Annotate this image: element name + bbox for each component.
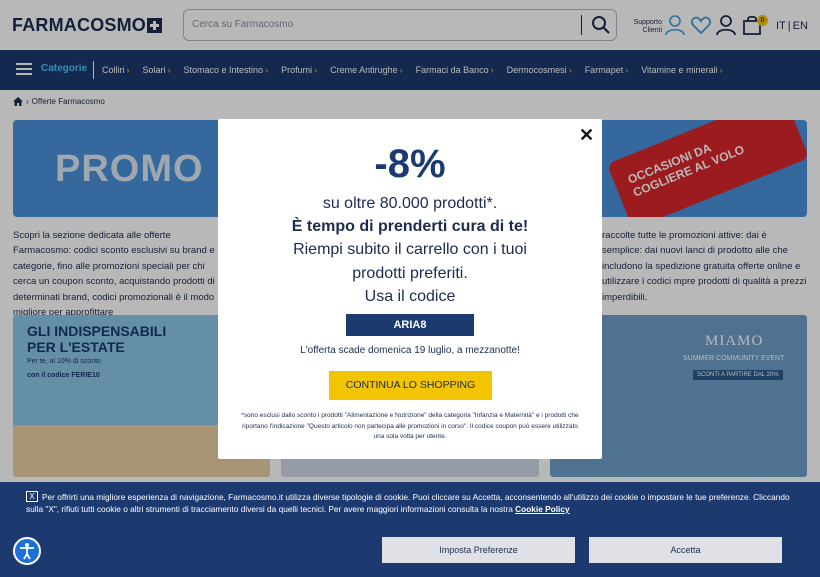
cookie-message: Per offrirti una migliore esperienza di …	[26, 492, 790, 514]
modal-line4: prodotti preferiti.	[352, 265, 468, 282]
cookie-reject-x-button[interactable]: X	[26, 491, 38, 502]
cookie-accept-button[interactable]: Accetta	[589, 537, 782, 563]
modal-line3: Riempi subito il carrello con i tuoi	[293, 241, 527, 258]
modal-discount: -8%	[374, 142, 446, 186]
cookie-policy-link[interactable]: Cookie Policy	[515, 504, 569, 514]
modal-line5: Usa il codice	[364, 288, 456, 305]
accessibility-icon[interactable]	[13, 537, 41, 565]
modal-footnote: *sono esclusi dallo sconto i prodotti "A…	[241, 412, 579, 440]
modal-line1: su oltre 80.000 prodotti*.	[322, 195, 498, 212]
continue-shopping-button[interactable]: CONTINUA LO SHOPPING	[329, 371, 492, 400]
modal-line2: È tempo di prenderti cura di te!	[291, 218, 529, 235]
promo-modal: ✕ -8% su oltre 80.000 prodotti*. È tempo…	[218, 119, 602, 459]
cookie-text: Per offrirti una migliore esperienza di …	[26, 491, 796, 515]
coupon-code-box: ARIA8	[346, 314, 474, 336]
cookie-preferences-button[interactable]: Imposta Preferenze	[382, 537, 575, 563]
modal-expiry: L'offerta scade domenica 19 luglio, a me…	[300, 345, 520, 356]
